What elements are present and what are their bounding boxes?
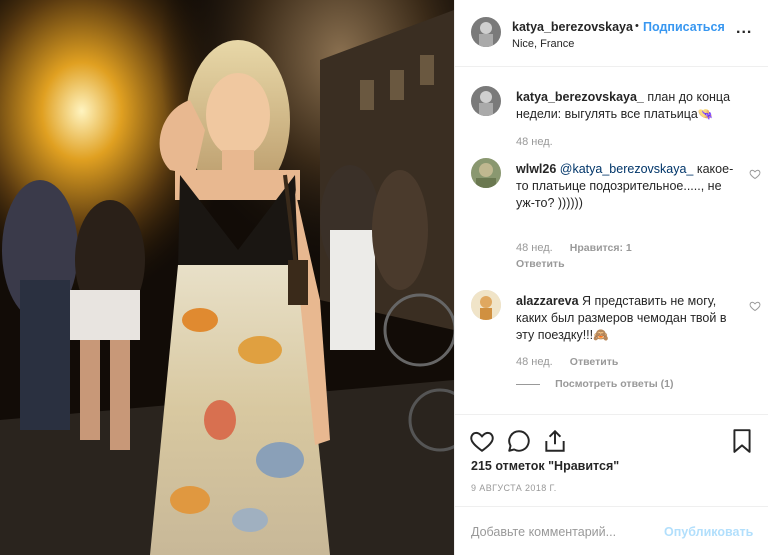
post-location[interactable]: Nice, France [512,38,574,50]
comment-actions: Ответить [516,258,565,270]
likes-count[interactable]: 215 отметок "Нравится" [471,459,619,473]
post-side-panel: katya_berezovskaya • Подписаться Nice, F… [454,0,768,555]
publish-button[interactable]: Опубликовать [664,525,753,539]
commenter-avatar[interactable] [471,158,501,188]
comment-likes[interactable]: Нравится: 1 [570,242,632,254]
view-replies[interactable]: Посмотреть ответы (1) [516,378,673,390]
more-dots-icon[interactable]: ... [736,21,752,37]
caption-meta: 48 нед. [516,136,553,148]
caption-time[interactable]: 48 нед. [516,136,553,148]
post-photo[interactable] [0,0,454,555]
follow-button[interactable]: Подписаться [643,20,725,34]
instagram-post-view: katya_berezovskaya • Подписаться Nice, F… [0,0,768,555]
header-separator: • [635,20,639,32]
author-username[interactable]: katya_berezovskaya [512,20,633,34]
view-replies-line [516,383,540,385]
view-replies-label[interactable]: Посмотреть ответы (1) [555,378,673,390]
author-avatar[interactable] [471,17,501,47]
comment-time[interactable]: 48 нед. [516,242,553,254]
commenter-avatar[interactable] [471,290,501,320]
comment-body: alazzareva Я представить не могу, каких … [516,293,734,344]
add-comment-row: Добавьте комментарий... Опубликовать [455,506,768,555]
comment-username[interactable]: wlwl26 [516,162,556,176]
reply-button[interactable]: Ответить [570,356,619,368]
bookmark-icon[interactable] [729,428,755,454]
post-date[interactable]: 9 АВГУСТА 2018 Г. [471,483,557,493]
caption-avatar[interactable] [471,86,501,116]
comment-meta: 48 нед. Нравится: 1 [516,242,632,254]
share-arrow-icon[interactable] [542,428,568,454]
heart-icon[interactable] [749,300,761,312]
comment-bubble-icon[interactable] [506,428,532,454]
caption-body: katya_berezovskaya_ план до конца недели… [516,89,734,123]
reply-button[interactable]: Ответить [516,258,565,270]
add-comment-input[interactable]: Добавьте комментарий... [471,525,616,539]
comment-meta: 48 нед. Ответить [516,356,618,368]
heart-icon[interactable] [469,428,495,454]
comments-list[interactable]: katya_berezovskaya_ план до конца недели… [455,68,768,414]
action-bar [455,414,768,464]
comment-mention[interactable]: @katya_berezovskaya_ [560,162,694,176]
comment-body: wlwl26 @katya_berezovskaya_ какое-то пла… [516,161,734,212]
comment-username[interactable]: alazzareva [516,294,579,308]
caption-username[interactable]: katya_berezovskaya_ [516,90,644,104]
comment-time[interactable]: 48 нед. [516,356,553,368]
post-header: katya_berezovskaya • Подписаться Nice, F… [455,0,768,67]
heart-icon[interactable] [749,168,761,180]
